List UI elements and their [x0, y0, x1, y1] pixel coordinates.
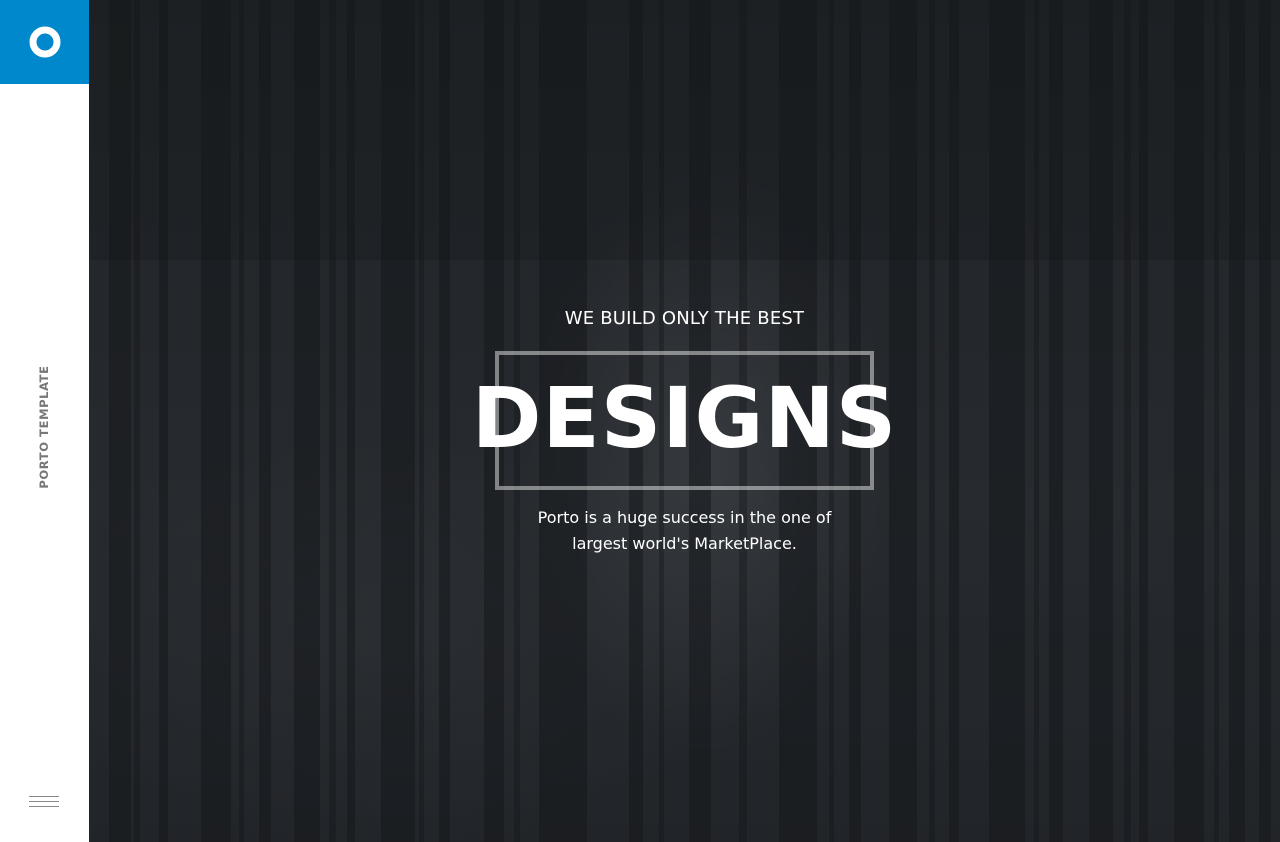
hero-tagline: WE BUILD ONLY THE BEST: [564, 308, 805, 329]
hero-content: WE BUILD ONLY THE BEST DESIGNS Porto is …: [89, 0, 1280, 842]
menu-line: [29, 796, 59, 797]
menu-line: [29, 806, 59, 807]
hero-section: WE BUILD ONLY THE BEST DESIGNS Porto is …: [89, 0, 1280, 842]
hero-subtitle: Porto is a huge success in the one of la…: [89, 505, 1280, 557]
hero-title: DESIGNS: [471, 369, 898, 467]
sidebar-vertical-label: PORTO TEMPLATE: [37, 365, 51, 489]
hero-subtitle-line: largest world's MarketPlace.: [572, 534, 797, 553]
sidebar: PORTO TEMPLATE: [0, 0, 89, 842]
logo-button[interactable]: [0, 0, 89, 84]
hero-subtitle-line: Porto is a huge success in the one of: [537, 508, 832, 527]
page: PORTO TEMPLATE WE BUILD ONLY THE BEST DE…: [0, 0, 1280, 842]
menu-line: [29, 801, 59, 802]
ring-logo-icon: [29, 26, 60, 58]
hamburger-menu-icon[interactable]: [29, 794, 59, 810]
